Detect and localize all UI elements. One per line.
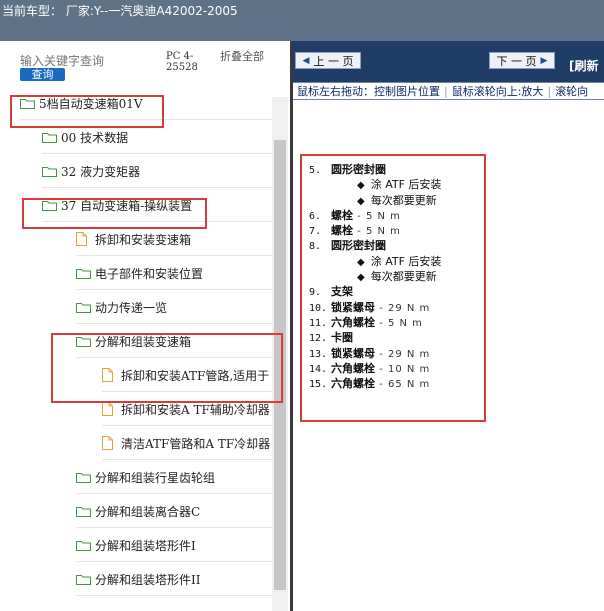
- tree-item-label: 分解和组装塔形件I: [95, 538, 196, 553]
- folder-icon: [76, 540, 91, 551]
- document-icon: [102, 402, 113, 416]
- tree-item-label: 00 技术数据: [61, 130, 129, 145]
- tree-item-label: 拆卸和安装A TF辅助冷却器: [121, 402, 270, 417]
- next-page-button[interactable]: 下 一 页 ▶: [489, 52, 555, 69]
- header-bar: 当前车型： 厂家:Y--一汽奥迪A42002-2005: [0, 0, 604, 41]
- tree-item-label: 清洁ATF管路和A TF冷却器: [121, 436, 271, 451]
- tree-item[interactable]: 拆卸和安装变速箱: [76, 229, 191, 249]
- tree-item-label: 拆卸和安装变速箱: [95, 232, 192, 247]
- tree-item[interactable]: 32 液力变矩器: [42, 161, 140, 181]
- folder-icon: [76, 506, 91, 517]
- highlight-box-37: [22, 198, 207, 229]
- folder-icon: [76, 472, 91, 483]
- search-input[interactable]: [20, 53, 146, 69]
- tree-item[interactable]: 分解和组装离合器C: [76, 501, 200, 521]
- pc-code-label: PC 4-25528: [166, 51, 198, 73]
- tree-item-label: 分解和组装塔形件II: [95, 572, 201, 587]
- collapse-all-button[interactable]: 折叠全部: [220, 51, 266, 63]
- refresh-button[interactable]: [刷新: [569, 57, 599, 74]
- tree-item[interactable]: 分解和组装塔形件II: [76, 569, 200, 589]
- search-button[interactable]: 查询: [20, 68, 65, 81]
- tree-item-label: 分解和组装行星齿轮组: [95, 470, 216, 485]
- folder-icon: [76, 574, 91, 585]
- tree-item-label: 动力传递一览: [95, 300, 168, 315]
- hint-zoom-in: 鼠标滚轮向上:放大: [451, 85, 544, 98]
- tree-item[interactable]: 动力传递一览: [76, 297, 167, 317]
- prev-page-label: 上 一 页: [313, 54, 354, 68]
- folder-icon: [42, 132, 57, 143]
- document-icon: [76, 232, 87, 246]
- tree-item[interactable]: 00 技术数据: [42, 127, 128, 147]
- hint-bar: 鼠标左右拖动：控制图片位置 | 鼠标滚轮向上:放大 | 滚轮向: [293, 82, 604, 100]
- tree-item-label: 电子部件和安装位置: [95, 266, 204, 281]
- tree-item[interactable]: 电子部件和安装位置: [76, 263, 203, 283]
- tree-item[interactable]: 清洁ATF管路和A TF冷却器: [102, 433, 270, 453]
- tree-item[interactable]: 分解和组装塔形件I: [76, 535, 196, 555]
- folder-icon: [76, 268, 91, 279]
- folder-icon: [42, 166, 57, 177]
- highlight-box-disassembly: [51, 333, 283, 403]
- highlight-box-legend: [300, 154, 486, 422]
- prev-page-button[interactable]: ◀ 上 一 页: [295, 52, 361, 69]
- document-icon: [102, 436, 113, 450]
- hint-drag: 鼠标左右拖动：控制图片位置: [297, 85, 440, 98]
- tree-item-label: 分解和组装离合器C: [95, 504, 201, 519]
- tree-item[interactable]: 分解和组装行星齿轮组: [76, 467, 215, 487]
- hint-wheel: 滚轮向: [555, 85, 589, 98]
- vehicle-model-title: 当前车型： 厂家:Y--一汽奥迪A42002-2005: [2, 4, 238, 18]
- folder-icon: [76, 302, 91, 313]
- arrow-right-icon: ▶: [540, 55, 548, 66]
- next-page-label: 下 一 页: [496, 54, 537, 68]
- tree-item-label: 32 液力变矩器: [61, 164, 141, 179]
- arrow-left-icon: ◀: [302, 55, 310, 66]
- highlight-box-01v: [10, 95, 164, 128]
